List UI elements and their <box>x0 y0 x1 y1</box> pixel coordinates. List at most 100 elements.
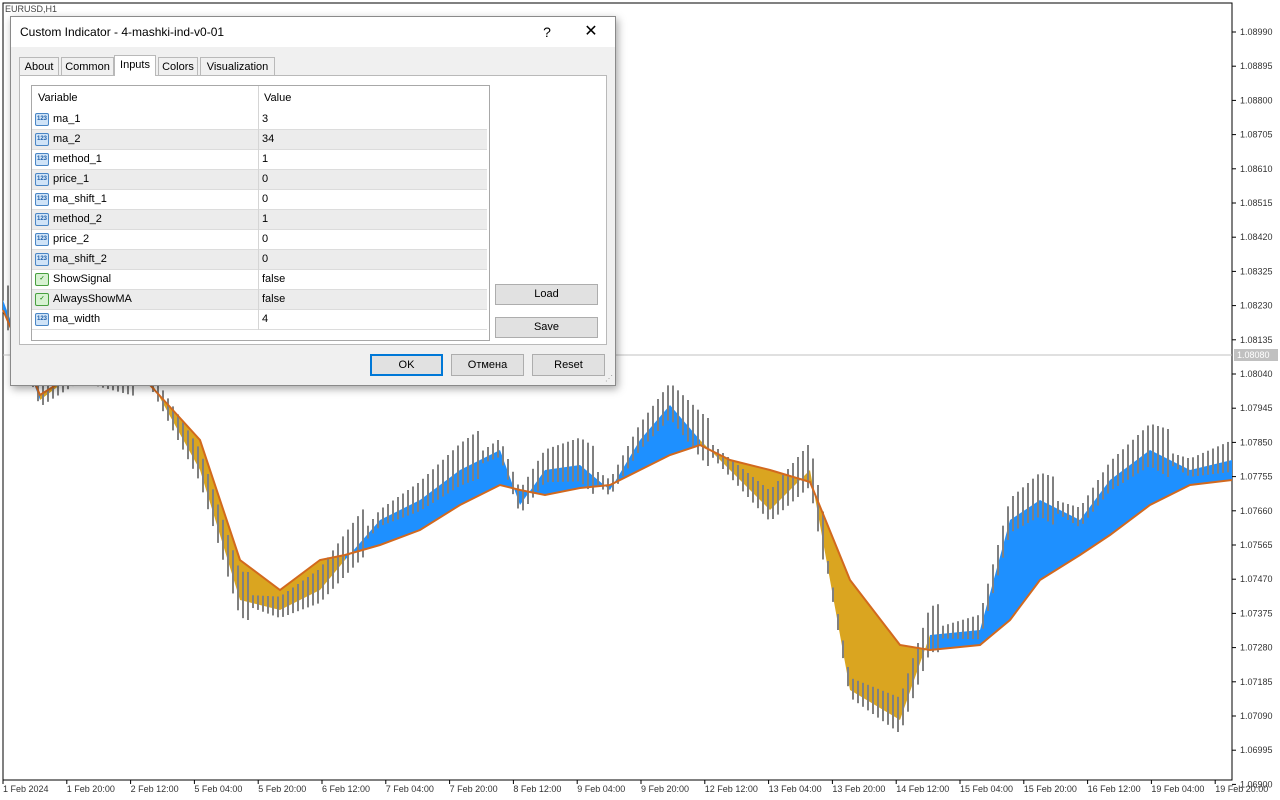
custom-indicator-dialog: Custom Indicator - 4-mashki-ind-v0-01 ? … <box>10 16 616 386</box>
price-tick-label: 1.07280 <box>1240 643 1273 653</box>
price-tick-label: 1.07945 <box>1240 403 1273 413</box>
resize-grip-icon[interactable]: ⋰ <box>605 375 613 383</box>
tab-about[interactable]: About <box>19 57 59 75</box>
dialog-titlebar[interactable]: Custom Indicator - 4-mashki-ind-v0-01 ? … <box>11 17 615 47</box>
input-row-ma-width[interactable]: 123 ma_width 4 <box>32 310 487 330</box>
inputs-panel: Variable Value 123 ma_1 3 123 ma_2 34 123 metho… <box>19 75 607 345</box>
input-row-ma-1[interactable]: 123 ma_1 3 <box>32 110 487 130</box>
input-row-price-1[interactable]: 123 price_1 0 <box>32 170 487 190</box>
reset-button[interactable]: Reset <box>532 354 605 376</box>
price-tick-label: 1.08515 <box>1240 198 1273 208</box>
price-tick-label: 1.08990 <box>1240 27 1273 37</box>
price-tick-label: 1.06995 <box>1240 745 1273 755</box>
number-icon: 123 <box>35 133 49 146</box>
tab-visualization[interactable]: Visualization <box>200 57 275 75</box>
price-tick-label: 1.07185 <box>1240 677 1273 687</box>
input-row-showsignal[interactable]: ✓ ShowSignal false <box>32 270 487 290</box>
tab-common[interactable]: Common <box>61 57 114 75</box>
ok-button[interactable]: OK <box>370 354 443 376</box>
time-tick-label: 1 Feb 20:00 <box>67 784 115 794</box>
input-variable-name: ma_2 <box>53 133 81 145</box>
column-divider[interactable] <box>258 86 259 330</box>
input-value-cell[interactable]: 4 <box>262 310 268 329</box>
price-tick-label: 1.07090 <box>1240 711 1273 721</box>
input-row-ma-shift-1[interactable]: 123 ma_shift_1 0 <box>32 190 487 210</box>
input-variable-name: ma_shift_1 <box>53 193 107 205</box>
time-tick-label: 14 Feb 12:00 <box>896 784 949 794</box>
number-icon: 123 <box>35 113 49 126</box>
time-tick-label: 6 Feb 12:00 <box>322 784 370 794</box>
input-variable-name: ma_shift_2 <box>53 253 107 265</box>
input-variable-name: price_1 <box>53 173 90 185</box>
input-variable-name: method_2 <box>53 213 102 225</box>
time-tick-label: 19 Feb 20:00 <box>1215 784 1268 794</box>
time-tick-label: 7 Feb 20:00 <box>450 784 498 794</box>
time-tick-label: 1 Feb 2024 <box>3 784 49 794</box>
input-value-cell[interactable]: 3 <box>262 110 268 129</box>
input-value-cell[interactable]: 0 <box>262 230 268 249</box>
input-variable-name: ma_1 <box>53 113 81 125</box>
time-tick-label: 16 Feb 12:00 <box>1088 784 1141 794</box>
input-variable-name: AlwaysShowMA <box>53 293 132 305</box>
time-tick-label: 7 Feb 04:00 <box>386 784 434 794</box>
input-value-cell[interactable]: 0 <box>262 250 268 269</box>
inputs-grid[interactable]: Variable Value 123 ma_1 3 123 ma_2 34 123 metho… <box>31 85 490 341</box>
boolean-icon: ✓ <box>35 273 49 286</box>
input-row-ma-shift-2[interactable]: 123 ma_shift_2 0 <box>32 250 487 270</box>
input-row-price-2[interactable]: 123 price_2 0 <box>32 230 487 250</box>
time-tick-label: 5 Feb 04:00 <box>194 784 242 794</box>
time-tick-label: 15 Feb 20:00 <box>1024 784 1077 794</box>
grid-header: Variable Value <box>32 86 487 110</box>
input-row-method-2[interactable]: 123 method_2 1 <box>32 210 487 230</box>
tab-inputs[interactable]: Inputs <box>114 55 156 76</box>
close-icon[interactable]: ✕ <box>579 21 603 43</box>
tab-colors[interactable]: Colors <box>158 57 198 75</box>
help-button[interactable]: ? <box>537 21 557 43</box>
input-row-method-1[interactable]: 123 method_1 1 <box>32 150 487 170</box>
number-icon: 123 <box>35 153 49 166</box>
column-header-value[interactable]: Value <box>264 86 291 110</box>
price-tick-label: 1.07470 <box>1240 574 1273 584</box>
load-button[interactable]: Load <box>495 284 598 305</box>
current-price-label: 1.08080 <box>1237 350 1270 360</box>
input-value-cell[interactable]: 1 <box>262 150 268 169</box>
input-variable-name: price_2 <box>53 233 90 245</box>
input-value-cell[interactable]: 0 <box>262 170 268 189</box>
price-tick-label: 1.08420 <box>1240 232 1273 242</box>
dialog-title: Custom Indicator - 4-mashki-ind-v0-01 <box>20 25 225 39</box>
input-row-ma-2[interactable]: 123 ma_2 34 <box>32 130 487 150</box>
input-value-cell[interactable]: 0 <box>262 190 268 209</box>
price-tick-label: 1.08135 <box>1240 335 1273 345</box>
price-tick-label: 1.07375 <box>1240 608 1273 618</box>
time-tick-label: 8 Feb 12:00 <box>513 784 561 794</box>
column-header-variable[interactable]: Variable <box>38 86 78 110</box>
input-variable-name: method_1 <box>53 153 102 165</box>
input-row-alwaysshowma[interactable]: ✓ AlwaysShowMA false <box>32 290 487 310</box>
price-tick-label: 1.08610 <box>1240 164 1273 174</box>
price-tick-label: 1.07850 <box>1240 437 1273 447</box>
price-tick-label: 1.08230 <box>1240 301 1273 311</box>
cancel-button[interactable]: Отмена <box>451 354 524 376</box>
price-tick-label: 1.08325 <box>1240 266 1273 276</box>
input-variable-name: ShowSignal <box>53 273 112 285</box>
price-tick-label: 1.08040 <box>1240 369 1273 379</box>
number-icon: 123 <box>35 313 49 326</box>
time-tick-label: 9 Feb 04:00 <box>577 784 625 794</box>
input-value-cell[interactable]: 34 <box>262 130 274 149</box>
boolean-icon: ✓ <box>35 293 49 306</box>
input-value-cell[interactable]: false <box>262 270 285 289</box>
number-icon: 123 <box>35 213 49 226</box>
time-tick-label: 13 Feb 20:00 <box>832 784 885 794</box>
time-tick-label: 9 Feb 20:00 <box>641 784 689 794</box>
time-tick-label: 13 Feb 04:00 <box>769 784 822 794</box>
input-value-cell[interactable]: false <box>262 290 285 309</box>
chart-symbol-label: EURUSD,H1 <box>5 4 58 14</box>
price-tick-label: 1.07565 <box>1240 540 1273 550</box>
save-button[interactable]: Save <box>495 317 598 338</box>
price-tick-label: 1.07755 <box>1240 472 1273 482</box>
input-value-cell[interactable]: 1 <box>262 210 268 229</box>
time-tick-label: 5 Feb 20:00 <box>258 784 306 794</box>
time-tick-label: 2 Feb 12:00 <box>131 784 179 794</box>
time-tick-label: 15 Feb 04:00 <box>960 784 1013 794</box>
price-tick-label: 1.08895 <box>1240 61 1273 71</box>
